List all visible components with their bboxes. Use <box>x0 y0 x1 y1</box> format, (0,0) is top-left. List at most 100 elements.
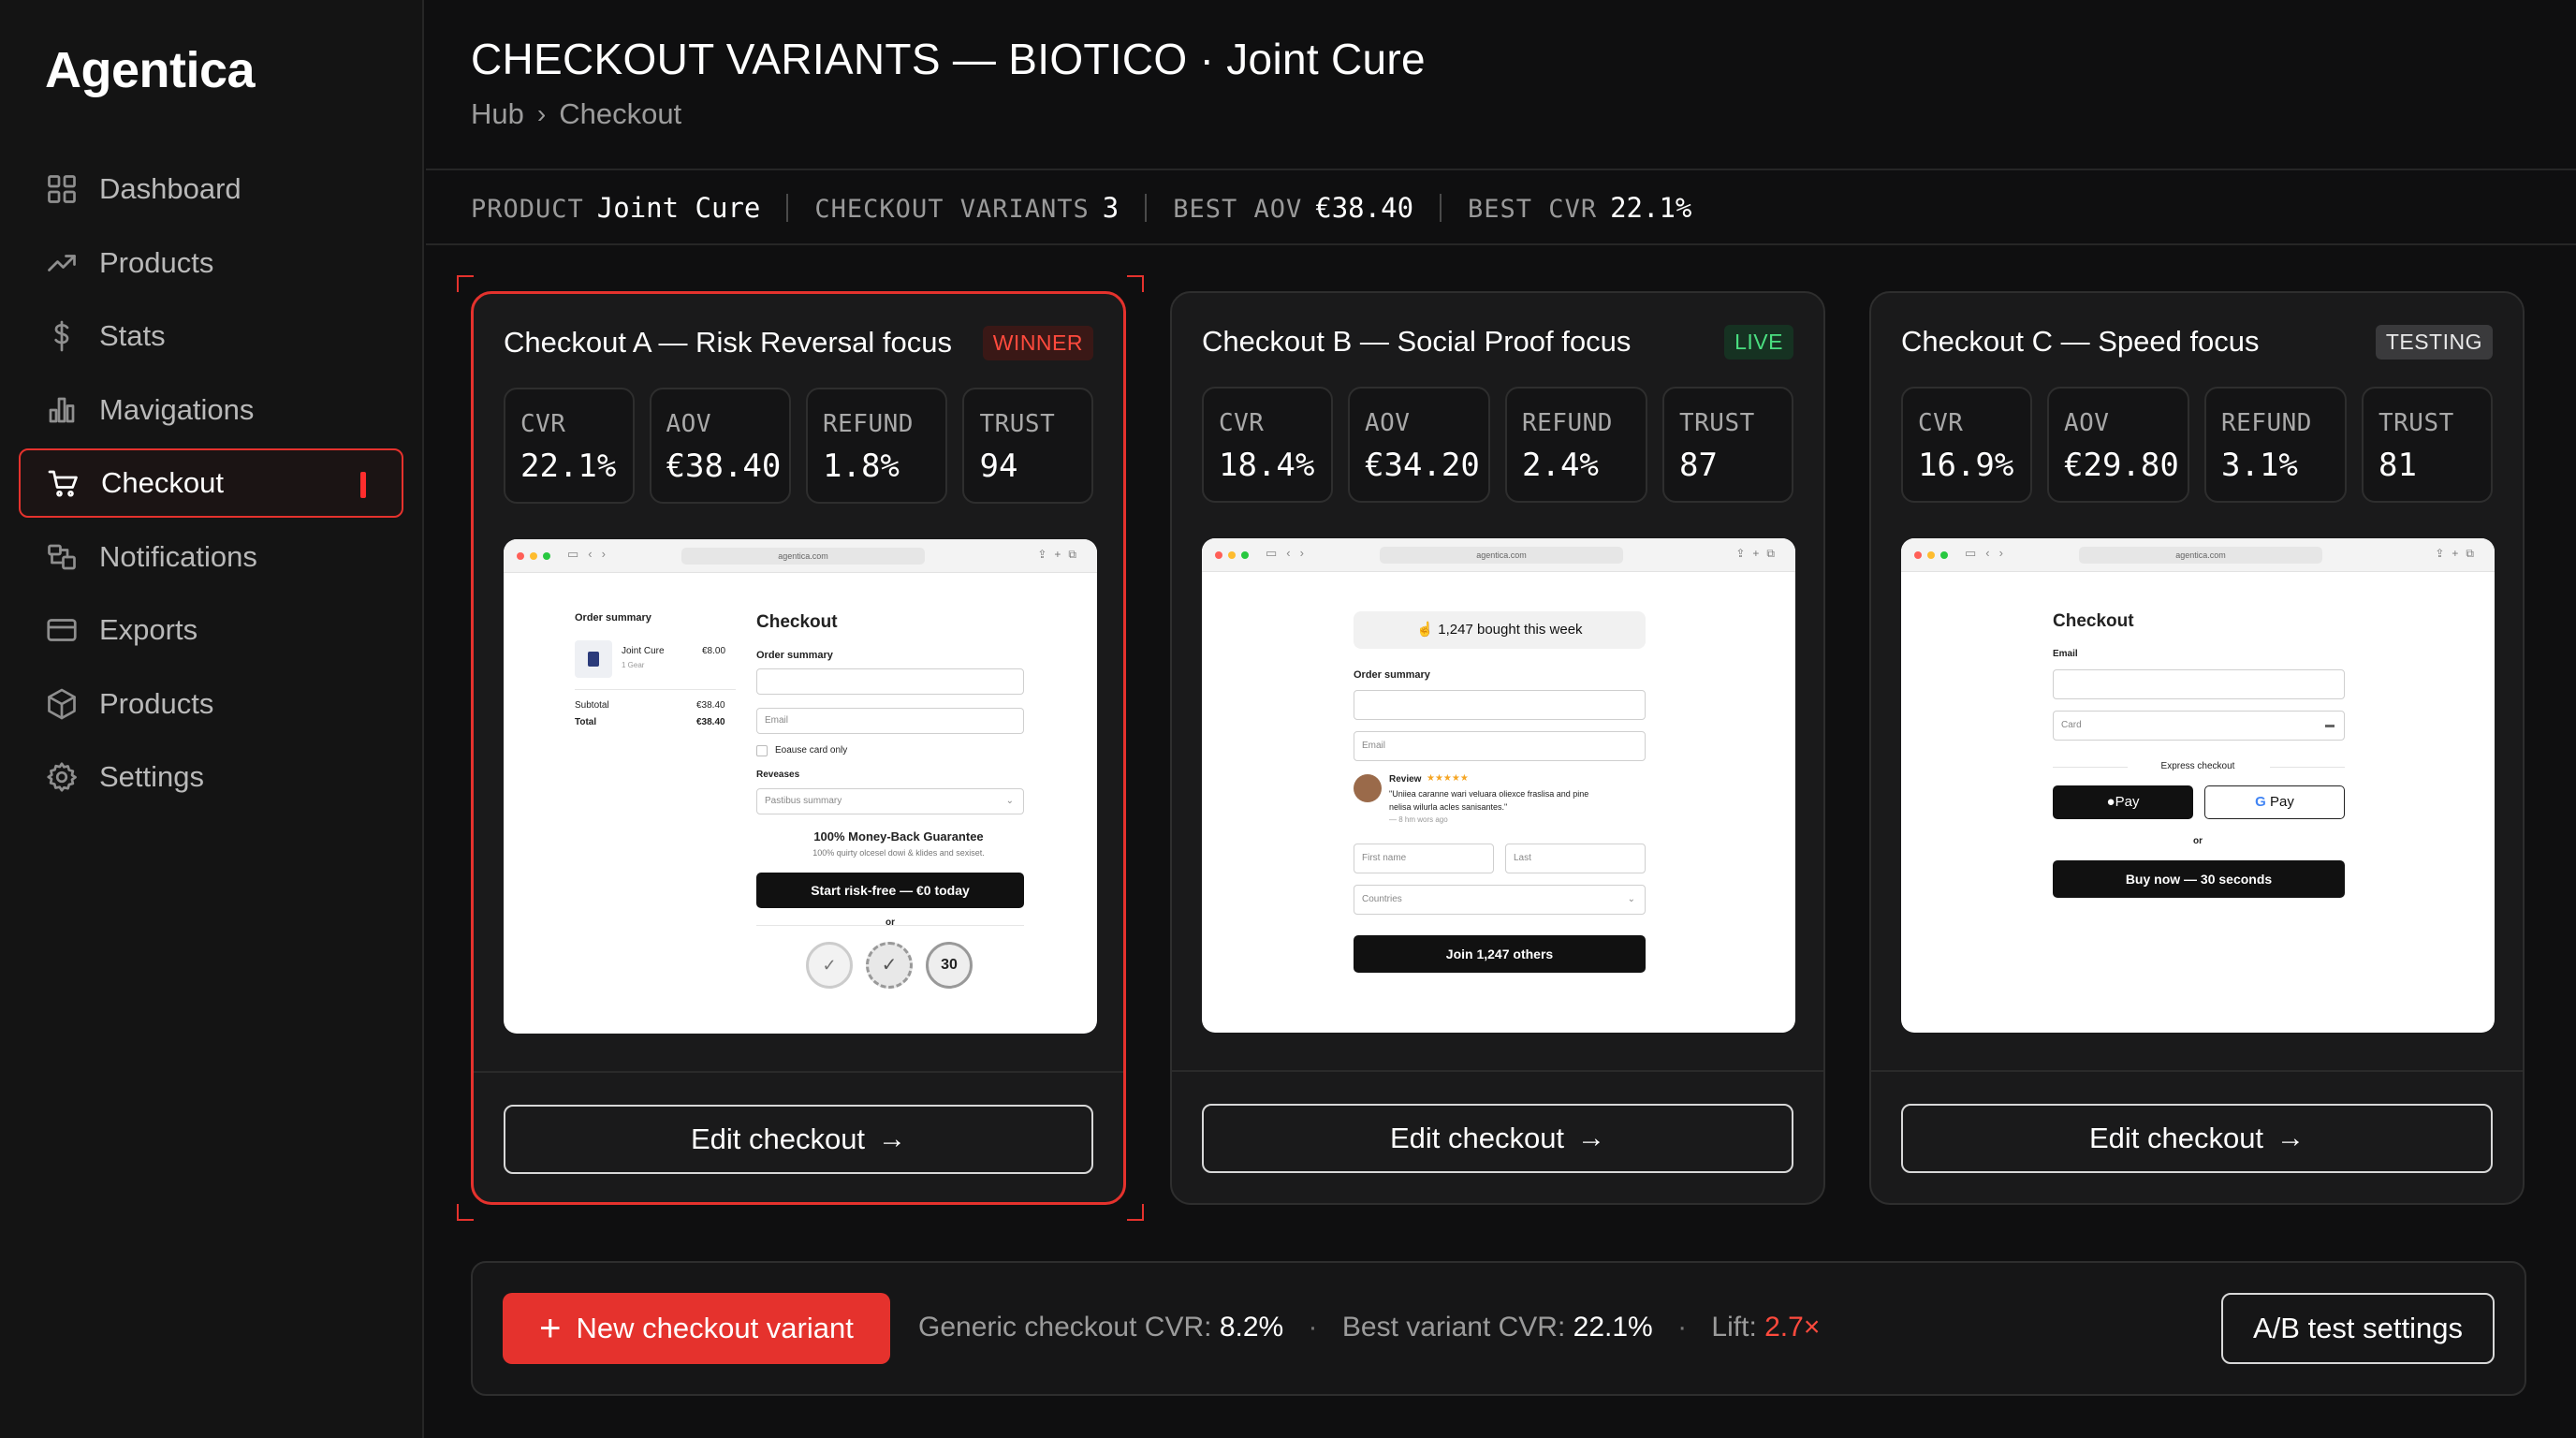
stat-product: PRODUCT Joint Cure <box>471 192 760 224</box>
checkout-card-c[interactable]: Checkout C — Speed focus TESTING CVR 16.9… <box>1869 291 2525 1205</box>
edit-checkout-button[interactable]: Edit checkout → <box>1202 1104 1793 1173</box>
metric-label: CVR <box>520 410 566 438</box>
metric-label: TRUST <box>979 410 1056 438</box>
dollar-icon <box>43 317 80 355</box>
metric-value: €38.40 <box>666 448 782 485</box>
divider <box>786 194 789 222</box>
breadcrumb-separator: › <box>536 99 547 128</box>
bar-chart-icon <box>43 391 80 429</box>
sidebar-item-stats[interactable]: Stats <box>19 301 403 371</box>
url-bar: agentica.com <box>681 548 925 565</box>
checkout-heading: Checkout <box>756 612 838 632</box>
metric-value: 2.4% <box>1522 447 1599 484</box>
minimize-dot-icon <box>1228 550 1236 559</box>
sidebar-item-label: Checkout <box>101 466 224 499</box>
browser-actions-icon: ⇪+⧉ <box>1735 547 1782 560</box>
sidebar-item-notifications[interactable]: Notifications <box>19 522 403 592</box>
guarantee-subtext: 100% quirty olcesel dowi & klides and se… <box>812 848 985 858</box>
google-pay-button[interactable]: G Pay <box>2204 785 2345 819</box>
email-field[interactable]: Email <box>1354 731 1646 761</box>
new-checkout-variant-button[interactable]: + New checkout variant <box>503 1293 890 1364</box>
review-meta: — 8 hm wors ago <box>1389 815 1448 824</box>
metric-label: CVR <box>1219 409 1265 437</box>
checkout-preview[interactable]: ▭‹› agentica.com ⇪+⧉ Checkout Email Card… <box>1901 538 2495 1033</box>
arrow-right-icon: → <box>878 1123 907 1154</box>
apple-pay-button[interactable]: ●Pay <box>2053 785 2193 819</box>
sidebar-item-checkout[interactable]: Checkout <box>19 448 403 518</box>
metric-label: CVR <box>1918 409 1964 437</box>
selection-corner <box>1127 1204 1144 1221</box>
metric-value: 18.4% <box>1219 447 1315 484</box>
order-field[interactable] <box>1354 690 1646 720</box>
browser-bar: ▭‹› agentica.com ⇪+⧉ <box>1901 538 2495 572</box>
status-badge: LIVE <box>1724 324 1793 360</box>
or-divider: or <box>2193 836 2203 846</box>
selection-corner <box>1127 275 1144 292</box>
ab-test-settings-button[interactable]: A/B test settings <box>2221 1293 2495 1364</box>
sidebar-item-exports[interactable]: Exports <box>19 595 403 665</box>
order-field[interactable] <box>756 668 1024 695</box>
edit-checkout-button[interactable]: Edit checkout → <box>1901 1104 2493 1173</box>
country-select[interactable]: Countries ⌄ <box>1354 885 1646 915</box>
sidebar-item-dashboard[interactable]: Dashboard <box>19 154 403 224</box>
gear-icon <box>43 758 80 796</box>
sidebar-item-settings[interactable]: Settings <box>19 742 403 812</box>
divider <box>756 925 1024 926</box>
sidebar-item-products-2[interactable]: Products <box>19 669 403 739</box>
sidebar-item-label: Settings <box>99 760 205 793</box>
checkout-preview[interactable]: ▭‹› agentica.com ⇪+⧉ ☝ 1,247 bought this… <box>1202 538 1795 1033</box>
buy-now-button[interactable]: Buy now — 30 seconds <box>2053 860 2345 898</box>
browser-bar: ▭‹› agentica.com ⇪+⧉ <box>1202 538 1795 572</box>
card-only-checkbox[interactable] <box>756 745 768 756</box>
email-field[interactable]: Email <box>756 708 1024 734</box>
checkout-preview[interactable]: ▭‹› agentica.com ⇪+⧉ Order summary Joint… <box>504 539 1097 1034</box>
summary-select[interactable]: Pastibus summary ⌄ <box>756 788 1024 814</box>
last-name-field[interactable]: Last <box>1505 844 1646 873</box>
checkout-card-a[interactable]: Checkout A — Risk Reversal focus WINNER … <box>471 291 1126 1205</box>
product-sub: 1 Gear <box>622 661 645 669</box>
email-field[interactable] <box>2053 669 2345 699</box>
card-title: Checkout A — Risk Reversal focus <box>504 326 952 359</box>
sidebar-item-mavigations[interactable]: Mavigations <box>19 375 403 445</box>
join-button[interactable]: Join 1,247 others <box>1354 935 1646 973</box>
breadcrumb-hub[interactable]: Hub <box>471 97 524 131</box>
start-risk-free-button[interactable]: Start risk-free — €0 today <box>756 873 1024 908</box>
guarantee-seal-icon: ✓ <box>806 942 853 989</box>
checkout-heading: Checkout <box>2053 611 2134 631</box>
card-field[interactable]: Card ▬ <box>2053 711 2345 741</box>
apple-pay-label: Pay <box>2115 794 2140 810</box>
checkbox-label: Eoause card only <box>775 745 848 756</box>
metric-refund: REFUND 1.8% <box>806 388 948 504</box>
best-cvr-value: 22.1% <box>1573 1312 1653 1343</box>
metric-value: 87 <box>1679 447 1718 484</box>
app-logo[interactable]: Agentica <box>45 41 256 99</box>
stat-label: PRODUCT <box>471 195 584 224</box>
generic-cvr-label: Generic checkout CVR: <box>918 1312 1212 1343</box>
metric-aov: AOV €29.80 <box>2047 387 2189 503</box>
stat-value: Joint Cure <box>596 192 761 224</box>
metric-aov: AOV €34.20 <box>1348 387 1490 503</box>
divider <box>1871 1070 2523 1072</box>
first-name-field[interactable]: First name <box>1354 844 1494 873</box>
breadcrumb-checkout[interactable]: Checkout <box>559 97 681 131</box>
sidebar-item-products[interactable]: Products <box>19 228 403 298</box>
divider <box>1145 194 1148 222</box>
metric-label: AOV <box>1365 409 1411 437</box>
page-header: CHECKOUT VARIANTS — BIOTICO · Joint Cure… <box>426 0 2576 170</box>
checkout-card-b[interactable]: Checkout B — Social Proof focus LIVE CVR… <box>1170 291 1825 1205</box>
form-label: Order summary <box>756 650 833 661</box>
metric-row: CVR 18.4% AOV €34.20 REFUND 2.4% TRUST 87 <box>1202 387 1793 503</box>
metric-value: 81 <box>2378 447 2417 484</box>
product-price: €8.00 <box>702 646 726 656</box>
sidebar-item-label: Exports <box>99 613 198 646</box>
button-label: Edit checkout <box>2088 1122 2264 1154</box>
stat-best-cvr: BEST CVR 22.1% <box>1468 192 1691 224</box>
review-text: "Uniiea caranne wari veluara oliexce fra… <box>1389 789 1589 799</box>
separator-dot: · <box>1677 1312 1688 1343</box>
grid-icon <box>43 170 80 208</box>
metric-label: AOV <box>2064 409 2110 437</box>
sidebar-item-label: Stats <box>99 319 166 352</box>
edit-checkout-button[interactable]: Edit checkout → <box>504 1105 1093 1174</box>
stat-value: €38.40 <box>1315 192 1414 224</box>
best-cvr-label: Best variant CVR: <box>1341 1312 1566 1343</box>
